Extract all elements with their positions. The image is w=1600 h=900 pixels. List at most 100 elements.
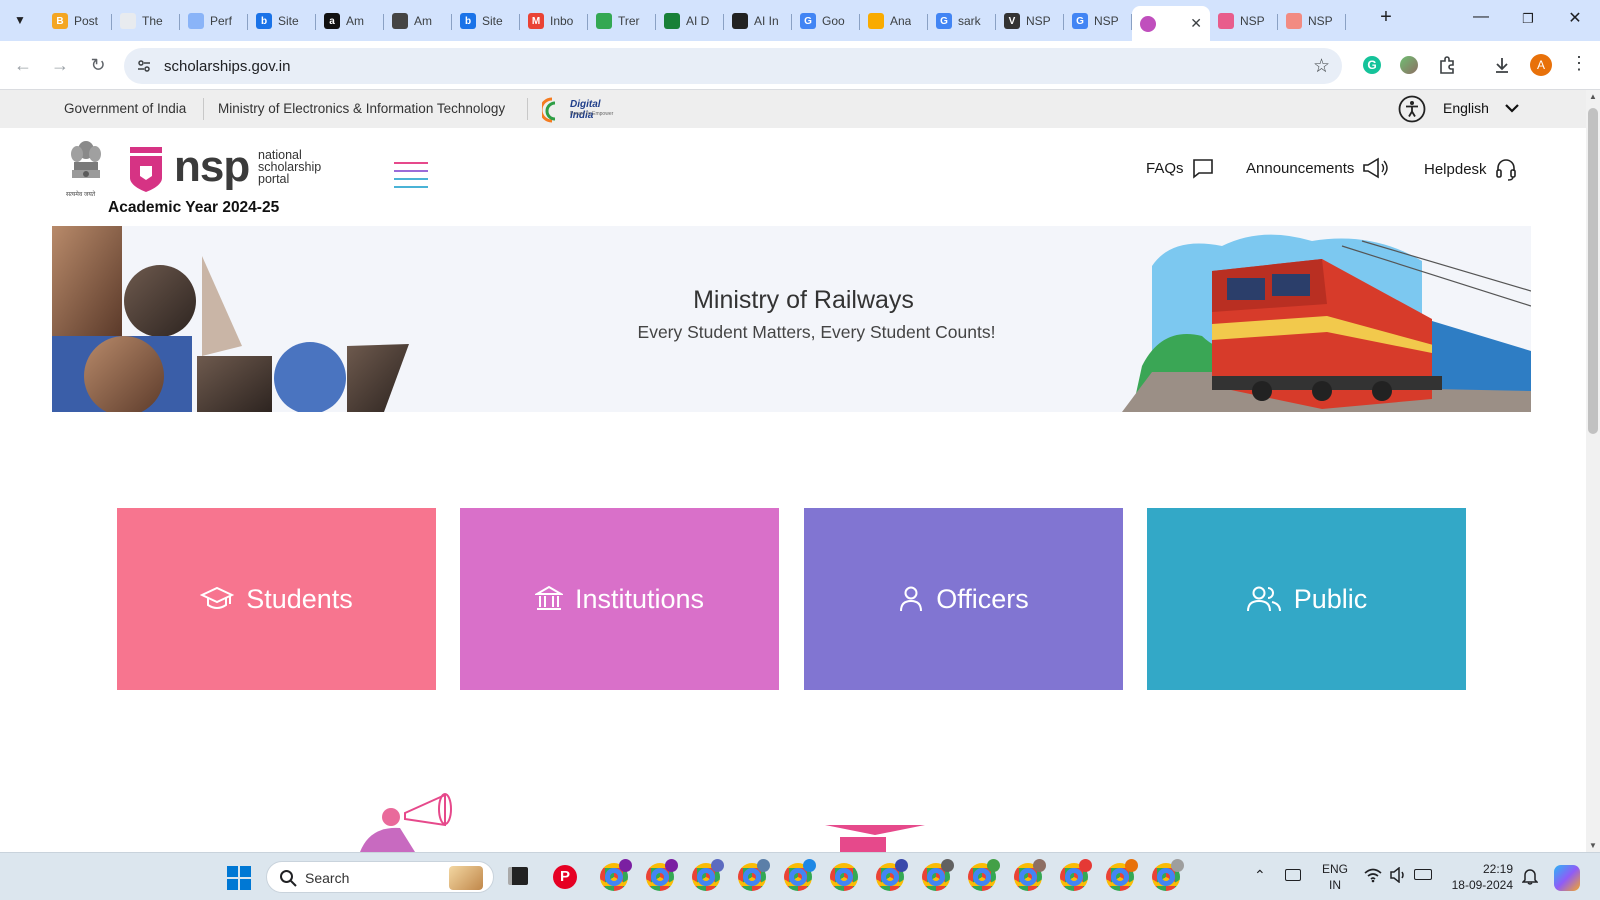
extension-icon[interactable] [1400,56,1418,74]
tab-search-icon[interactable]: ▼ [8,8,32,32]
tab-favicon-icon [664,13,680,29]
tray-display-icon[interactable] [1285,869,1301,881]
chevron-down-icon [1505,104,1519,113]
task-view-icon[interactable] [508,867,528,885]
divider [203,98,204,120]
taskbar-search-box[interactable]: Search [266,861,494,893]
browser-tab[interactable]: ✕ [1132,6,1210,41]
back-icon[interactable]: ← [11,53,35,77]
page-scrollbar[interactable]: ▲ ▼ [1586,90,1600,852]
browser-tab[interactable]: NSP [1278,6,1346,36]
browser-tab[interactable]: AI In [724,6,792,36]
close-window-icon[interactable]: ✕ [1561,8,1589,28]
browser-tab[interactable]: The [112,6,180,36]
chrome-profile-icon[interactable] [1152,859,1184,891]
profile-badge [1125,859,1138,872]
windows-start-icon[interactable] [227,866,251,890]
tab-title: NSP [1308,14,1333,28]
browser-tab[interactable]: V NSP [996,6,1064,36]
restore-icon[interactable]: ❐ [1514,11,1542,27]
chrome-profile-icon[interactable] [876,859,908,891]
tray-chevron-icon[interactable]: ⌃ [1254,867,1266,884]
browser-tab[interactable]: a Am [316,6,384,36]
gov-india-link[interactable]: Government of India [64,101,186,116]
chrome-profile-icon[interactable] [600,859,632,891]
tab-favicon-icon: G [936,13,952,29]
chrome-profile-icon[interactable] [692,859,724,891]
address-bar[interactable]: scholarships.gov.in ☆ [124,48,1342,84]
students-photo-collage [52,226,422,412]
browser-tab[interactable]: M Inbo [520,6,588,36]
browser-tab[interactable]: b Site [452,6,520,36]
new-tab-icon[interactable]: + [1372,6,1400,29]
users-group-icon [1246,586,1281,612]
browser-tab[interactable]: Trer [588,6,656,36]
url-text[interactable]: scholarships.gov.in [164,58,290,75]
chrome-profile-icon[interactable] [1106,859,1138,891]
digital-india-logo[interactable]: Digital India Power To Empower [542,95,622,123]
bookmark-star-icon[interactable]: ☆ [1313,55,1330,78]
browser-tab[interactable]: b Site [248,6,316,36]
download-icon[interactable] [1492,55,1512,80]
announcements-link[interactable]: Announcements [1246,157,1389,179]
browser-tab[interactable]: G Goo [792,6,860,36]
students-tile[interactable]: Students [117,508,436,690]
hamburger-menu-icon[interactable] [394,160,428,190]
tab-favicon-icon [120,13,136,29]
search-highlight-image [449,866,483,890]
profile-avatar[interactable]: A [1530,54,1552,76]
tab-title: Site [482,14,503,28]
tab-title: Trer [618,14,640,28]
helpdesk-link[interactable]: Helpdesk [1424,157,1517,181]
grammarly-extension-icon[interactable]: G [1363,56,1381,74]
browser-tab[interactable]: Perf [180,6,248,36]
meity-link[interactable]: Ministry of Electronics & Information Te… [218,101,505,116]
tab-title: NSP [1026,14,1051,28]
copilot-icon[interactable] [1554,865,1580,891]
faqs-link[interactable]: FAQs [1146,157,1214,179]
chrome-profile-icon[interactable] [784,859,816,891]
wifi-icon[interactable] [1364,867,1382,886]
browser-tab[interactable]: B Post [44,6,112,36]
reload-icon[interactable]: ↻ [86,53,110,77]
chrome-profile-icon[interactable] [1014,859,1046,891]
browser-tab[interactable]: Ana [860,6,928,36]
scrollbar-thumb[interactable] [1588,108,1598,434]
clock[interactable]: 22:19 18-09-2024 [1447,861,1513,893]
profile-badge [665,859,678,872]
chrome-profile-icon[interactable] [646,859,678,891]
tray-language[interactable]: ENG IN [1322,861,1348,893]
chrome-profile-icon[interactable] [968,859,1000,891]
extensions-puzzle-icon[interactable] [1437,55,1457,80]
scroll-up-arrow-icon[interactable]: ▲ [1589,92,1597,101]
chrome-profile-icon[interactable] [1060,859,1092,891]
browser-tab[interactable]: Am [384,6,452,36]
chrome-profile-icon[interactable] [922,859,954,891]
officers-tile[interactable]: Officers [804,508,1123,690]
accessibility-icon[interactable] [1398,95,1426,126]
chrome-profile-icon[interactable] [830,863,858,891]
site-info-icon[interactable] [136,58,152,79]
tab-favicon-icon: B [52,13,68,29]
browser-menu-icon[interactable]: ⋮ [1570,53,1588,74]
minimize-icon[interactable]: — [1467,8,1495,26]
tab-close-icon[interactable]: ✕ [1190,15,1202,32]
tab-favicon-icon: b [256,13,272,29]
nsp-logo[interactable]: nsp national scholarship portal [122,142,332,194]
browser-tab[interactable]: Gsark [928,6,996,36]
browser-tab[interactable]: G NSP [1064,6,1132,36]
profile-badge [1171,859,1184,872]
notification-bell-icon[interactable] [1521,867,1539,888]
institutions-tile[interactable]: Institutions [460,508,779,690]
pinterest-icon[interactable]: P [553,865,577,889]
public-tile[interactable]: Public [1147,508,1466,690]
nsp-wordmark: nsp [174,142,250,191]
browser-tab[interactable]: AI D [656,6,724,36]
volume-icon[interactable] [1389,866,1407,886]
browser-tab[interactable]: NSP [1210,6,1278,36]
forward-icon[interactable]: → [48,53,72,77]
language-selector[interactable]: English [1443,100,1519,116]
battery-icon[interactable] [1414,869,1432,880]
chrome-profile-icon[interactable] [738,859,770,891]
scroll-down-arrow-icon[interactable]: ▼ [1589,841,1597,850]
